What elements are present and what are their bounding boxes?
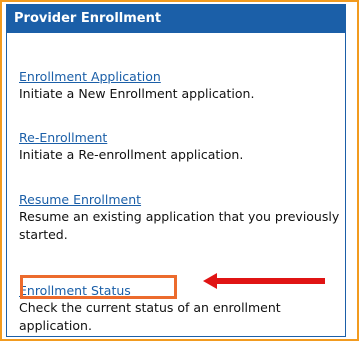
enrollment-status-description: Check the current status of an enrollmen…: [19, 300, 281, 333]
re-enrollment-description: Initiate a Re-enrollment application.: [19, 147, 244, 162]
enrollment-application-link[interactable]: Enrollment Application: [19, 69, 161, 85]
panel-title: Provider Enrollment: [7, 5, 345, 33]
list-item-enrollment-application: Enrollment Application Initiate a New En…: [19, 66, 344, 103]
enrollment-status-link[interactable]: Enrollment Status: [19, 283, 131, 299]
re-enrollment-link[interactable]: Re-Enrollment: [19, 130, 107, 146]
list-item-re-enrollment: Re-Enrollment Initiate a Re-enrollment a…: [19, 127, 344, 164]
resume-enrollment-description: Resume an existing application that you …: [19, 209, 340, 242]
outer-frame: Provider Enrollment Enrollment Applicati…: [0, 0, 359, 341]
enrollment-application-description: Initiate a New Enrollment application.: [19, 86, 255, 101]
red-arrow-icon: [203, 273, 325, 289]
list-item-resume-enrollment: Resume Enrollment Resume an existing app…: [19, 189, 344, 244]
resume-enrollment-link[interactable]: Resume Enrollment: [19, 192, 141, 208]
provider-enrollment-panel: Provider Enrollment Enrollment Applicati…: [6, 4, 346, 337]
